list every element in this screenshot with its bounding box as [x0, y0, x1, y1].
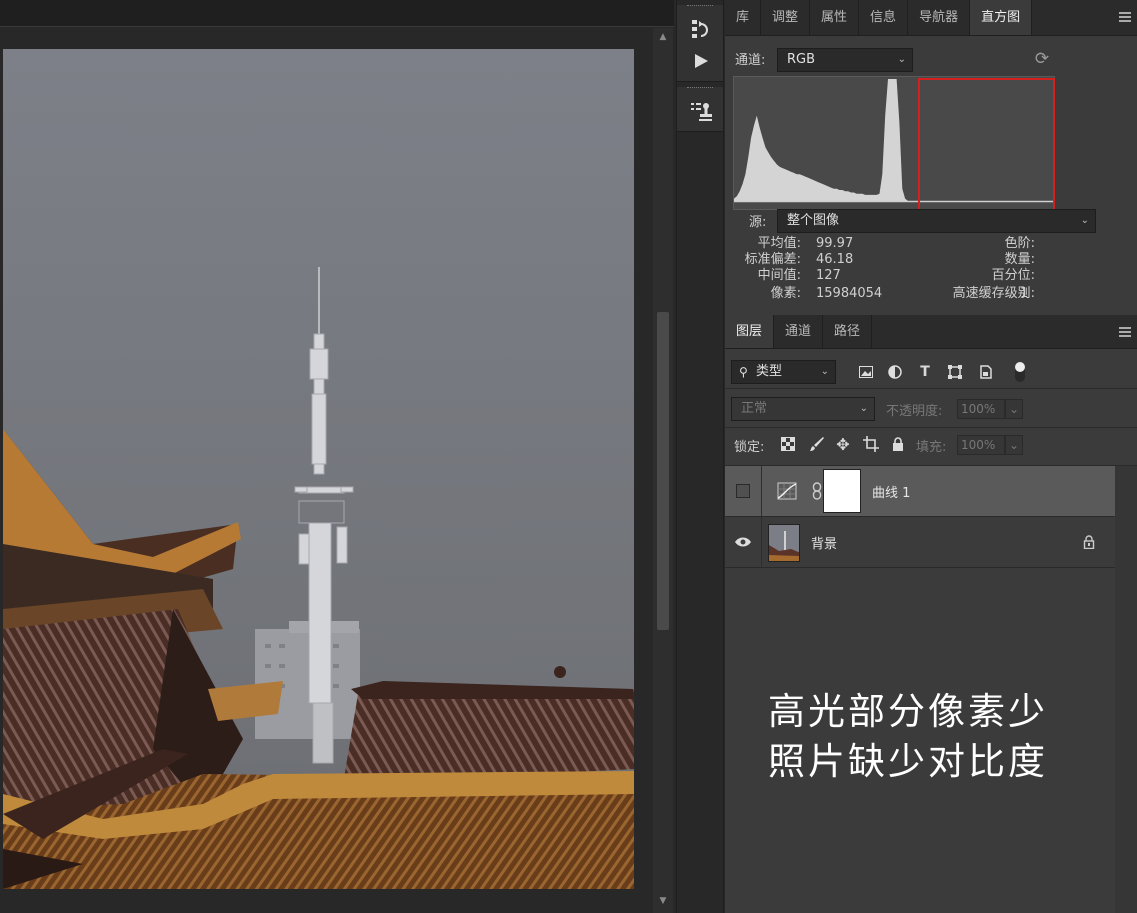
lock-all-icon[interactable]	[888, 434, 908, 454]
histogram-panel: 通道: RGB ⌄ ⟳ 源: 整个图像 ⌄ 平均值: 99.97 标准偏差: 4…	[725, 36, 1137, 310]
channel-select-value: RGB	[787, 52, 816, 67]
stat-pixels-value: 15984054	[816, 286, 883, 301]
refresh-icon[interactable]: ⟳	[1031, 48, 1053, 70]
collapsed-panel-dock	[676, 0, 724, 913]
document-image[interactable]	[3, 49, 634, 889]
filter-toggle-switch[interactable]	[1010, 362, 1030, 382]
actions-play-icon[interactable]	[677, 45, 725, 77]
search-icon: ⚲	[739, 365, 748, 379]
layer-row-curves[interactable]: 曲线 1	[725, 466, 1115, 516]
stat-mean-value: 99.97	[816, 236, 854, 251]
divider	[725, 427, 1137, 428]
curves-adjustment-icon	[777, 481, 797, 501]
layer-name[interactable]: 曲线 1	[872, 482, 910, 501]
tab-properties[interactable]: 属性	[810, 0, 860, 35]
blend-mode-select[interactable]: 正常 ⌄	[731, 397, 875, 421]
chevron-down-icon: ⌄	[859, 403, 868, 414]
stat-level-label: 色阶:	[1004, 236, 1035, 251]
opacity-dropdown-chevron-icon[interactable]: ⌄	[1005, 399, 1023, 419]
layer-mask-thumbnail[interactable]	[823, 469, 861, 513]
channel-select[interactable]: RGB ⌄	[777, 48, 913, 72]
tab-channels[interactable]: 通道	[774, 315, 824, 348]
source-select-value: 整个图像	[787, 213, 840, 228]
panel-menu-icon[interactable]	[1119, 327, 1131, 337]
layer-name[interactable]: 背景	[811, 533, 837, 552]
clone-source-stamp-icon[interactable]	[677, 95, 725, 127]
right-panels: 库 调整 属性 信息 导航器 直方图 通道: RGB ⌄ ⟳ 源: 整个图像 ⌄…	[725, 0, 1137, 913]
tab-adjustments[interactable]: 调整	[761, 0, 811, 35]
chevron-down-icon: ⌄	[820, 366, 829, 377]
layers-scrollbar[interactable]	[1115, 466, 1137, 913]
stat-median-label: 中间值:	[757, 268, 801, 283]
document-tab-strip	[0, 0, 674, 27]
filter-smart-objects-icon[interactable]	[976, 362, 996, 382]
tab-histogram[interactable]: 直方图	[970, 0, 1033, 35]
stat-pixels-label: 像素:	[770, 286, 801, 301]
chevron-down-icon: ⌄	[897, 54, 906, 65]
histogram-area	[734, 79, 908, 201]
filter-shape-layers-icon[interactable]	[945, 362, 965, 382]
annotation-line-1: 高光部分像素少	[768, 690, 1048, 733]
scrollbar-thumb[interactable]	[657, 312, 669, 630]
stat-percentile-label: 百分位:	[991, 268, 1035, 283]
visibility-off-checkbox[interactable]	[736, 484, 750, 498]
filter-type-layers-icon[interactable]: T	[915, 362, 935, 382]
stat-stddev-label: 标准偏差:	[744, 252, 801, 267]
canvas-vertical-scrollbar[interactable]: ▲ ▼	[653, 28, 673, 913]
source-select[interactable]: 整个图像 ⌄	[777, 209, 1096, 233]
overlay-annotation-text: 高光部分像素少 照片缺少对比度	[768, 687, 1048, 787]
lock-position-move-icon[interactable]: ✥	[833, 434, 853, 454]
layer-filter-value: 类型	[756, 364, 783, 379]
dock-grip[interactable]	[687, 87, 713, 95]
dock-grip[interactable]	[687, 5, 713, 13]
layer-row-background[interactable]: 背景	[725, 517, 1115, 567]
eye-icon[interactable]	[735, 537, 751, 547]
fill-input[interactable]: 100%	[957, 435, 1005, 455]
stat-mean-label: 平均值:	[757, 236, 801, 251]
divider	[725, 388, 1137, 389]
layers-panel: ⚲ 类型 ⌄ T 正常 ⌄ 不透明度: 100% ⌄ 锁定: ✥ 填充: 100…	[725, 349, 1137, 913]
layers-panel-tabbar: 图层 通道 路径	[725, 315, 1137, 349]
layer-filter-select[interactable]: ⚲ 类型 ⌄	[731, 360, 836, 384]
scroll-up-arrow-icon[interactable]: ▲	[653, 30, 673, 44]
fill-dropdown-chevron-icon[interactable]: ⌄	[1005, 435, 1023, 455]
tab-navigator[interactable]: 导航器	[908, 0, 971, 35]
lock-artboard-crop-icon[interactable]	[861, 434, 881, 454]
lock-image-pixels-brush-icon[interactable]	[807, 434, 827, 454]
panel-menu-icon[interactable]	[1119, 12, 1131, 22]
divider	[725, 567, 1115, 568]
tab-layers[interactable]: 图层	[725, 315, 775, 348]
source-label: 源:	[749, 215, 767, 230]
fill-label: 填充:	[916, 440, 947, 455]
blend-mode-value: 正常	[741, 401, 768, 416]
tab-paths[interactable]: 路径	[823, 315, 873, 348]
histogram-panel-tabbar: 库 调整 属性 信息 导航器 直方图	[725, 0, 1137, 36]
stat-cache-level-label: 高速缓存级别:	[952, 286, 1035, 301]
layer-visibility-toggle[interactable]	[725, 517, 762, 567]
tab-libraries[interactable]: 库	[725, 0, 762, 35]
annotation-line-2: 照片缺少对比度	[768, 740, 1048, 783]
layer-visibility-toggle[interactable]	[725, 466, 762, 516]
history-panel-icon[interactable]	[677, 13, 725, 45]
document-canvas-area[interactable]: ▲ ▼	[0, 0, 674, 913]
chevron-down-icon: ⌄	[1080, 215, 1089, 226]
stat-cache-level-value: 1	[1020, 286, 1029, 301]
stat-stddev-value: 46.18	[816, 252, 854, 267]
layer-locked-icon	[1079, 532, 1099, 552]
filter-adjustment-layers-icon[interactable]	[885, 362, 905, 382]
tab-info[interactable]: 信息	[859, 0, 909, 35]
stat-median-value: 127	[816, 268, 841, 283]
photo-temple-tower	[3, 49, 634, 889]
layer-thumbnail	[768, 524, 800, 562]
highlight-annotation-box	[918, 78, 1055, 212]
stat-count-label: 数量:	[1004, 252, 1035, 267]
lock-label: 锁定:	[734, 440, 765, 455]
channel-label: 通道:	[735, 53, 766, 68]
opacity-label: 不透明度:	[886, 404, 943, 419]
filter-pixel-layers-icon[interactable]	[856, 362, 876, 382]
lock-transparent-pixels-icon[interactable]	[778, 434, 798, 454]
opacity-input[interactable]: 100%	[957, 399, 1005, 419]
scroll-down-arrow-icon[interactable]: ▼	[653, 894, 673, 908]
